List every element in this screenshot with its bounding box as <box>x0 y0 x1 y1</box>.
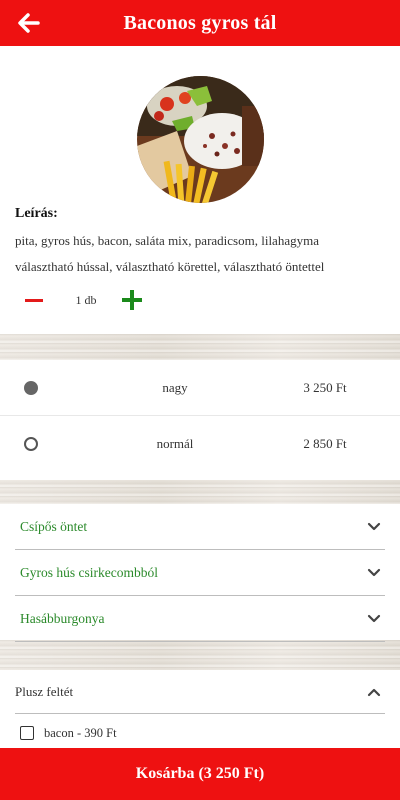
add-to-cart-button[interactable]: Kosárba (3 250 Ft) <box>0 748 400 800</box>
chevron-down-icon <box>367 520 381 534</box>
description-line: pita, gyros hús, bacon, saláta mix, para… <box>15 233 319 248</box>
extras-section: Plusz feltét bacon - 390 Ft <box>0 670 400 748</box>
option-label: Gyros hús csirkecombból <box>20 564 158 580</box>
description-title: Leírás: <box>15 206 58 221</box>
chevron-up-icon <box>367 685 381 699</box>
size-name: normál <box>156 436 194 451</box>
option-label: Csípős öntet <box>20 518 88 534</box>
option-dropdown[interactable]: Gyros hús csirkecombból <box>15 550 385 596</box>
size-price: 3 250 Ft <box>303 379 347 395</box>
content-area[interactable]: Leírás: pita, gyros hús, bacon, saláta m… <box>0 46 400 748</box>
extras-header[interactable]: Plusz feltét <box>15 670 385 714</box>
description-block: Leírás: pita, gyros hús, bacon, saláta m… <box>15 206 390 280</box>
radio-selected-icon[interactable] <box>24 380 38 395</box>
option-dropdown[interactable]: Csípős öntet <box>15 504 385 550</box>
quantity-stepper: 1 db <box>20 286 146 314</box>
increase-quantity-button[interactable] <box>118 286 146 314</box>
size-name: nagy <box>162 379 188 395</box>
page-title: Baconos gyros tál <box>123 11 277 34</box>
size-option-nagy[interactable]: nagy 3 250 Ft <box>0 360 400 416</box>
minus-icon <box>25 298 43 302</box>
chevron-down-icon <box>367 612 381 626</box>
option-dropdown[interactable]: Hasábburgonya <box>15 596 385 642</box>
extras-title: Plusz feltét <box>15 683 74 699</box>
decrease-quantity-button[interactable] <box>20 287 48 313</box>
arrow-left-icon <box>18 13 40 33</box>
size-selector: nagy 3 250 Ft normál 2 850 Ft <box>0 360 400 480</box>
app-header: Baconos gyros tál <box>0 0 400 46</box>
back-button[interactable] <box>14 8 44 38</box>
extra-item[interactable]: bacon - 390 Ft <box>15 714 385 748</box>
extra-item-label: bacon - 390 Ft <box>44 725 117 740</box>
description-line: választható hússal, választható körettel… <box>15 259 325 274</box>
radio-unselected-icon[interactable] <box>24 437 38 451</box>
product-card: Leírás: pita, gyros hús, bacon, saláta m… <box>0 46 400 334</box>
options-list: Csípős öntet Gyros hús csirkecombból Has… <box>0 504 400 642</box>
option-label: Hasábburgonya <box>20 610 105 626</box>
add-to-cart-label: Kosárba (3 250 Ft) <box>135 765 265 782</box>
checkbox[interactable] <box>20 726 34 740</box>
product-image <box>137 76 264 203</box>
quantity-value: 1 db <box>75 292 97 307</box>
size-price: 2 850 Ft <box>303 436 347 451</box>
size-option-normal[interactable]: normál 2 850 Ft <box>0 416 400 472</box>
chevron-down-icon <box>367 566 381 580</box>
